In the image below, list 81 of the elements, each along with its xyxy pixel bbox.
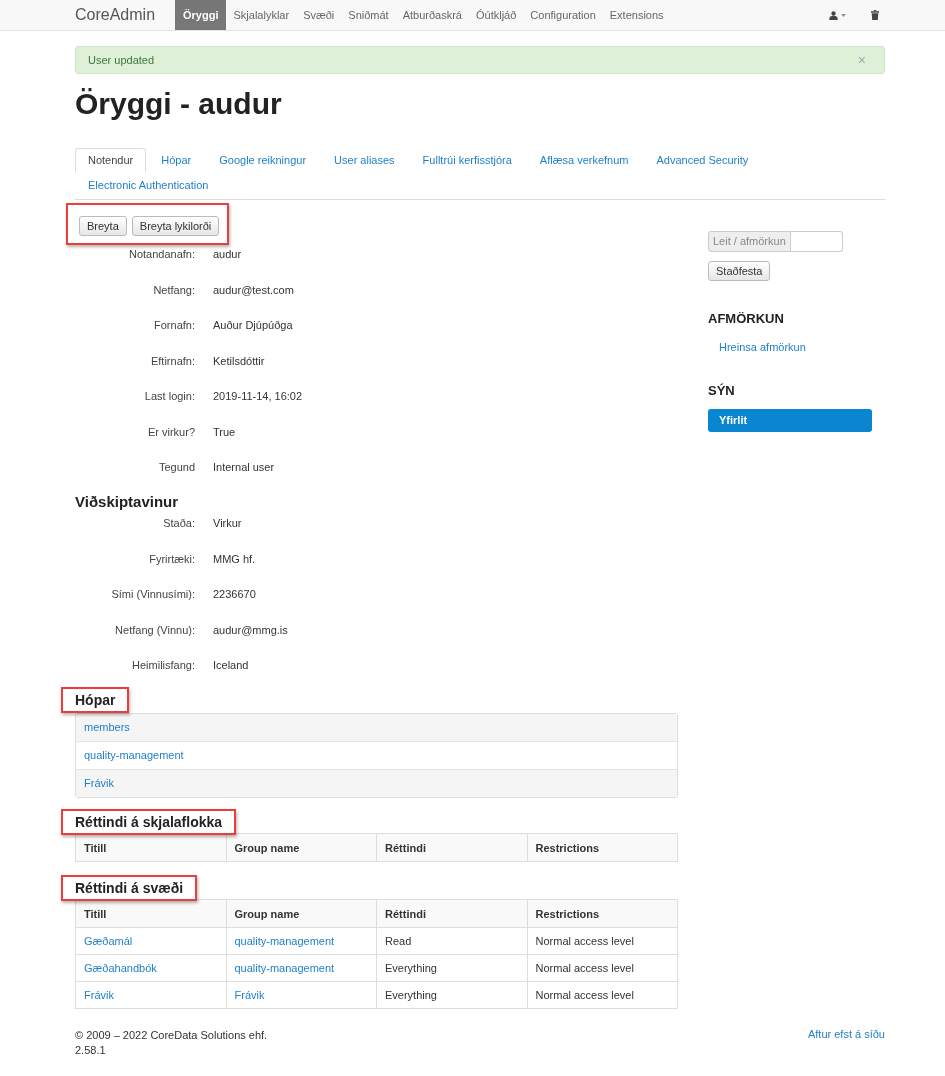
nav-item[interactable]: Svæði	[296, 0, 342, 30]
table-cell: Everything	[385, 962, 437, 974]
tab[interactable]: Hópar	[148, 148, 205, 173]
field-label: Last login:	[143, 389, 195, 403]
section-heading: Hópar	[75, 692, 116, 708]
nav-item[interactable]: Sniðmát	[341, 0, 396, 30]
section-heading: Réttindi á svæði	[75, 880, 184, 896]
field-value: Iceland	[213, 658, 249, 672]
column-header: Restrictions	[527, 833, 678, 862]
table-cell: Read	[385, 935, 412, 947]
table-cell: Normal access level	[535, 962, 634, 974]
field-label: Staða:	[162, 516, 195, 530]
column-header: Réttindi	[376, 833, 527, 862]
table-link[interactable]: Gæðamál	[84, 935, 133, 947]
nav-item[interactable]: Extensions	[602, 0, 671, 30]
tab[interactable]: Google reikningur	[206, 148, 320, 173]
view-item[interactable]: Yfirlit	[708, 409, 872, 432]
field-label: Er virkur?	[146, 424, 195, 439]
field-value: 2019-11-14, 16:02	[213, 389, 303, 403]
field-value: True	[213, 424, 236, 439]
version-text: 2.58.1	[75, 1043, 107, 1058]
copyright-text: © 2009 – 2022 CoreData Solutions ehf.	[75, 1028, 268, 1043]
column-header: Group name	[226, 899, 377, 928]
caret-icon[interactable]	[841, 13, 846, 17]
field-label: Notandanafn:	[127, 247, 195, 261]
search-field[interactable]	[790, 231, 843, 252]
sidebar-heading: AFMÖRKUN	[708, 311, 784, 327]
field-label: Heimilisfang:	[131, 658, 195, 672]
table-cell: Normal access level	[535, 935, 634, 947]
field-value: Auður Djúpúðga	[213, 318, 293, 332]
field-value: 2236670	[213, 587, 256, 601]
field-label: Eftirnafn:	[149, 353, 195, 368]
nav-item[interactable]: Óútkljáð	[469, 0, 524, 30]
brand-logo[interactable]: CoreAdmin	[75, 0, 156, 30]
column-header: Titill	[75, 833, 226, 862]
back-to-top-link[interactable]: Aftur efst á síðu	[807, 1028, 885, 1040]
tab[interactable]: Fulltrúi kerfisstjóra	[409, 148, 525, 173]
edit-button[interactable]: Breyta	[79, 216, 127, 236]
clear-filter-link[interactable]: Hreinsa afmörkun	[708, 341, 806, 353]
column-header: Restrictions	[527, 899, 678, 928]
page-title: Öryggi - audur	[75, 86, 283, 122]
field-value: Internal user	[213, 460, 275, 474]
table-link[interactable]: Frávik	[234, 989, 265, 1001]
field-label: Netfang (Vinnu):	[114, 622, 195, 637]
nav-item[interactable]: Skjalalyklar	[226, 0, 297, 30]
nav-item[interactable]: Configuration	[523, 0, 603, 30]
nav-item[interactable]: Atburðaskrá	[395, 0, 469, 30]
group-list-item[interactable]: Frávik	[76, 769, 677, 797]
table-cell: Normal access level	[535, 989, 634, 1001]
confirm-button[interactable]: Staðfesta	[708, 261, 771, 281]
field-value: Ketilsdóttir	[213, 353, 265, 368]
alert-message: User updated	[88, 54, 155, 66]
column-header: Group name	[226, 833, 377, 862]
field-value: audur@mmg.is	[213, 622, 288, 637]
tab[interactable]: Aflæsa verkefnum	[526, 148, 642, 173]
column-header: Réttindi	[376, 899, 527, 928]
change-password-button[interactable]: Breyta lykilorði	[131, 216, 220, 236]
trash-icon[interactable]	[871, 10, 879, 20]
sidebar-heading: SÝN	[708, 383, 735, 399]
table-cell: Everything	[385, 989, 437, 1001]
field-value: audur@test.com	[213, 282, 294, 297]
field-label: Fyrirtæki:	[148, 551, 195, 566]
field-value: Virkur	[213, 516, 242, 530]
field-label: Fornafn:	[153, 318, 195, 332]
field-value: MMG hf.	[213, 551, 256, 566]
group-list-item[interactable]: members	[76, 714, 677, 741]
tab[interactable]: Advanced Security	[643, 148, 762, 173]
field-value: audur	[213, 247, 242, 261]
tab[interactable]: Notendur	[75, 148, 147, 173]
tab[interactable]: User aliases	[321, 148, 408, 173]
nav-item[interactable]: Öryggi	[175, 0, 227, 30]
user-icon[interactable]	[829, 10, 838, 20]
column-header: Titill	[75, 899, 226, 928]
section-heading: Viðskiptavinur	[75, 493, 180, 511]
section-heading: Réttindi á skjalaflokka	[75, 814, 223, 830]
field-label: Tegund	[157, 460, 195, 474]
table-link[interactable]: Frávik	[84, 989, 114, 1001]
field-label: Netfang:	[152, 282, 195, 297]
field-label: Sími (Vinnusími):	[110, 587, 195, 601]
search-label: Leit / afmörkun	[708, 231, 791, 252]
tab[interactable]: Electronic Authentication	[75, 173, 222, 198]
